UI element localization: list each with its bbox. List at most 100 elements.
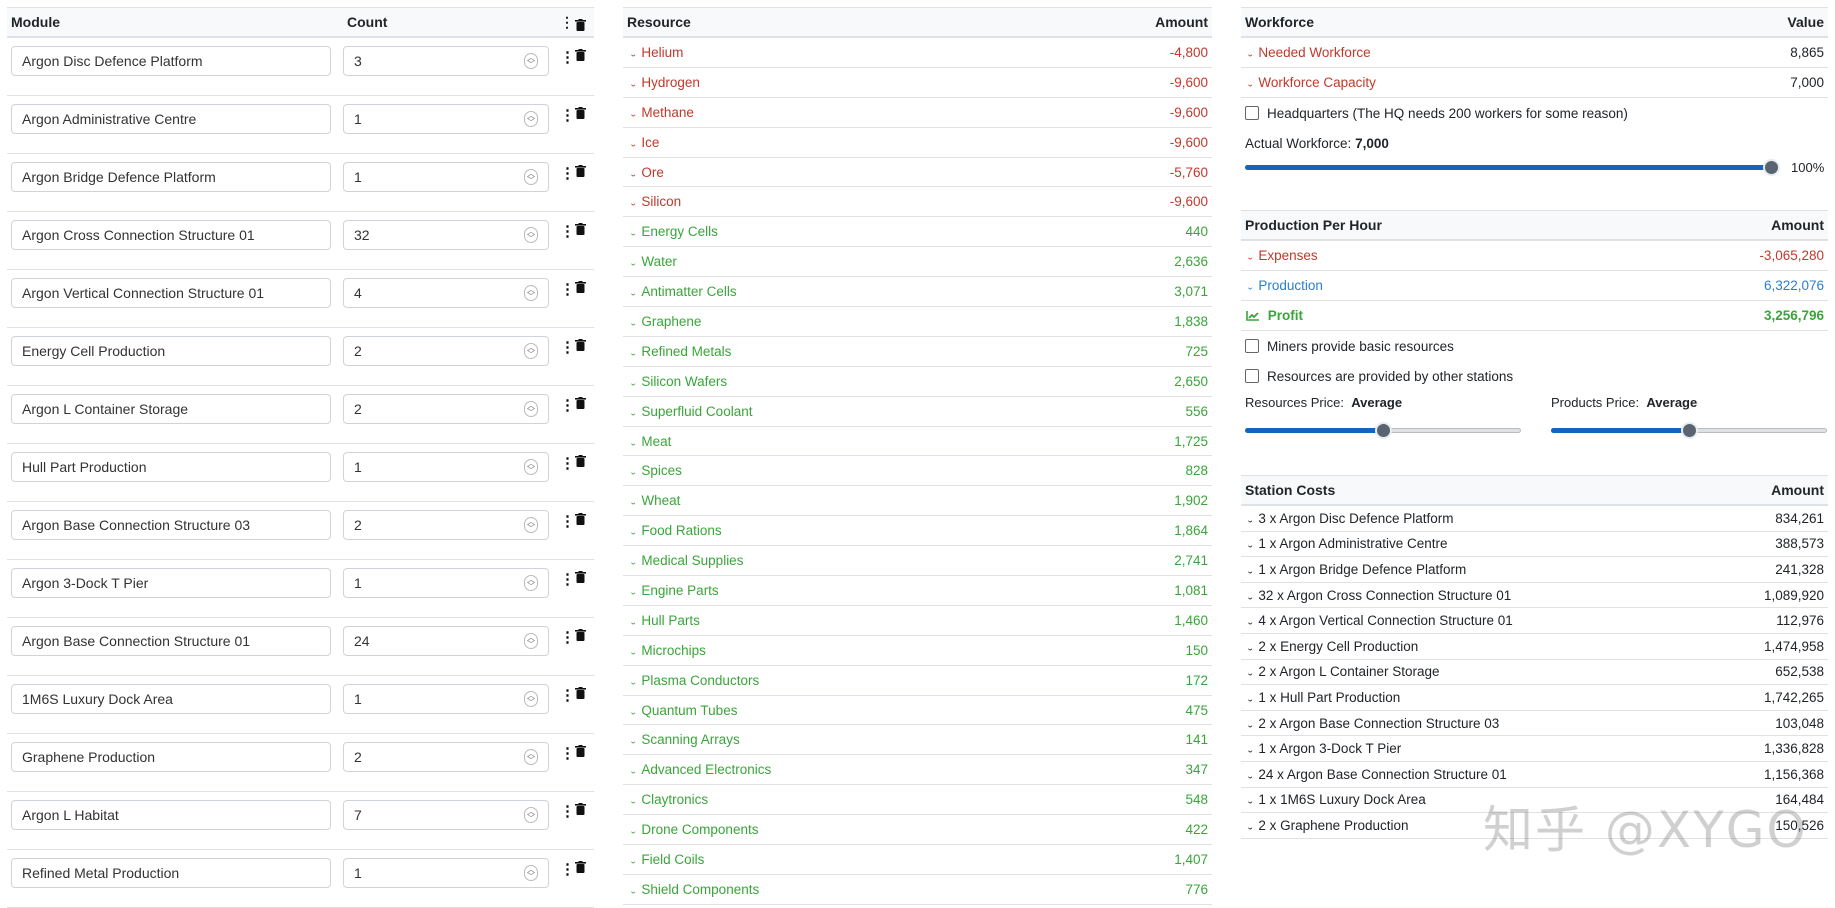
module-count-input[interactable]: 1 ︿ ﹀ — [343, 104, 549, 134]
spinner-icon[interactable]: ︿ ﹀ — [524, 807, 538, 823]
module-name-input[interactable]: Argon 3-Dock T Pier — [11, 568, 331, 598]
module-count-input[interactable]: 2 ︿ ﹀ — [343, 394, 549, 424]
resource-row[interactable]: ⌄ Advanced Electronics 347 — [623, 755, 1212, 786]
workforce-slider[interactable] — [1245, 158, 1780, 178]
resource-row[interactable]: ⌄ Spices 828 — [623, 456, 1212, 487]
resource-row[interactable]: ⌄ Superfluid Coolant 556 — [623, 397, 1212, 427]
module-name-input[interactable]: Hull Part Production — [11, 452, 331, 482]
spinner-icon[interactable]: ︿ ﹀ — [524, 517, 538, 533]
kebab-icon[interactable]: ⋮ — [560, 164, 575, 182]
kebab-icon[interactable]: ⋮ — [560, 454, 575, 472]
station-cost-row[interactable]: ⌄ 2 x Argon L Container Storage 652,538 — [1241, 660, 1828, 686]
trash-icon[interactable] — [575, 860, 586, 876]
module-count-input[interactable]: 4 ︿ ﹀ — [343, 278, 549, 308]
trash-icon[interactable] — [575, 280, 586, 296]
trash-icon[interactable] — [575, 512, 586, 528]
trash-icon[interactable] — [575, 744, 586, 760]
resource-row[interactable]: ⌄ Water 2,636 — [623, 247, 1212, 278]
header-kebab-icon[interactable]: ⋮ — [560, 14, 574, 31]
kebab-icon[interactable]: ⋮ — [560, 222, 575, 240]
module-name-input[interactable]: Argon Vertical Connection Structure 01 — [11, 278, 331, 308]
trash-icon[interactable] — [575, 48, 586, 64]
module-name-input[interactable]: Argon Disc Defence Platform — [11, 46, 331, 76]
spinner-icon[interactable]: ︿ ﹀ — [524, 227, 538, 243]
trash-icon[interactable] — [575, 222, 586, 238]
kebab-icon[interactable]: ⋮ — [560, 686, 575, 704]
resources-price-thumb[interactable] — [1375, 422, 1392, 439]
production-row[interactable]: ⌄ Production 6,322,076 — [1241, 271, 1828, 301]
trash-icon[interactable] — [575, 686, 586, 702]
module-count-input[interactable]: 1 ︿ ﹀ — [343, 162, 549, 192]
resource-row[interactable]: ⌄ Methane -9,600 — [623, 98, 1212, 128]
resource-row[interactable]: ⌄ Refined Metals 725 — [623, 337, 1212, 367]
resource-row[interactable]: ⌄ Plasma Conductors 172 — [623, 666, 1212, 696]
resource-row[interactable]: ⌄ Food Rations 1,864 — [623, 516, 1212, 547]
trash-icon[interactable] — [575, 570, 586, 586]
module-count-input[interactable]: 2 ︿ ﹀ — [343, 742, 549, 772]
module-count-input[interactable]: 24 ︿ ﹀ — [343, 626, 549, 656]
kebab-icon[interactable]: ⋮ — [560, 860, 575, 878]
spinner-icon[interactable]: ︿ ﹀ — [524, 343, 538, 359]
station-cost-row[interactable]: ⌄ 24 x Argon Base Connection Structure 01… — [1241, 762, 1828, 788]
station-cost-row[interactable]: ⌄ 1 x Argon Bridge Defence Platform 241,32… — [1241, 557, 1828, 583]
module-count-input[interactable]: 7 ︿ ﹀ — [343, 800, 549, 830]
trash-icon[interactable] — [575, 396, 586, 412]
resource-row[interactable]: ⌄ Claytronics 548 — [623, 785, 1212, 816]
spinner-icon[interactable]: ︿ ﹀ — [524, 169, 538, 185]
station-cost-row[interactable]: ⌄ 2 x Argon Base Connection Structure 03 1… — [1241, 711, 1828, 737]
spinner-icon[interactable]: ︿ ﹀ — [524, 111, 538, 127]
spinner-icon[interactable]: ︿ ﹀ — [524, 53, 538, 69]
resource-row[interactable]: ⌄ Antimatter Cells 3,071 — [623, 277, 1212, 308]
kebab-icon[interactable]: ⋮ — [560, 744, 575, 762]
module-count-input[interactable]: 2 ︿ ﹀ — [343, 336, 549, 366]
resource-row[interactable]: ⌄ Shield Components 776 — [623, 875, 1212, 905]
spinner-icon[interactable]: ︿ ﹀ — [524, 285, 538, 301]
module-name-input[interactable]: Argon Administrative Centre — [11, 104, 331, 134]
station-cost-row[interactable]: ⌄ 2 x Energy Cell Production 1,474,958 — [1241, 634, 1828, 660]
module-name-input[interactable]: 1M6S Luxury Dock Area — [11, 684, 331, 714]
spinner-icon[interactable]: ︿ ﹀ — [524, 749, 538, 765]
workforce-capacity-row[interactable]: ⌄ Workforce Capacity 7,000 — [1241, 68, 1828, 98]
trash-icon[interactable] — [575, 628, 586, 644]
resource-row[interactable]: ⌄ Wheat 1,902 — [623, 486, 1212, 517]
spinner-icon[interactable]: ︿ ﹀ — [524, 459, 538, 475]
module-name-input[interactable]: Refined Metal Production — [11, 858, 331, 888]
products-price-thumb[interactable] — [1681, 422, 1698, 439]
station-cost-row[interactable]: ⌄ 1 x Argon 3-Dock T Pier 1,336,828 — [1241, 736, 1828, 762]
module-count-input[interactable]: 1 ︿ ﹀ — [343, 858, 549, 888]
kebab-icon[interactable]: ⋮ — [560, 570, 575, 588]
spinner-icon[interactable]: ︿ ﹀ — [524, 633, 538, 649]
kebab-icon[interactable]: ⋮ — [560, 396, 575, 414]
other-stations-checkbox[interactable] — [1245, 369, 1259, 383]
resource-row[interactable]: ⌄ Silicon -9,600 — [623, 187, 1212, 218]
station-cost-row[interactable]: ⌄ 1 x Argon Administrative Centre 388,573 — [1241, 532, 1828, 558]
kebab-icon[interactable]: ⋮ — [560, 280, 575, 298]
resource-row[interactable]: ⌄ Hydrogen -9,600 — [623, 68, 1212, 98]
resource-row[interactable]: ⌄ Scanning Arrays 141 — [623, 725, 1212, 756]
needed-workforce-row[interactable]: ⌄ Needed Workforce 8,865 — [1241, 38, 1828, 68]
miners-checkbox[interactable] — [1245, 339, 1259, 353]
module-count-input[interactable]: 32 ︿ ﹀ — [343, 220, 549, 250]
module-count-input[interactable]: 1 ︿ ﹀ — [343, 452, 549, 482]
station-cost-row[interactable]: ⌄ 4 x Argon Vertical Connection Structure… — [1241, 608, 1828, 634]
trash-icon[interactable] — [575, 164, 586, 180]
module-name-input[interactable]: Energy Cell Production — [11, 336, 331, 366]
resource-row[interactable]: ⌄ Hull Parts 1,460 — [623, 606, 1212, 636]
products-price-slider[interactable] — [1551, 421, 1827, 441]
resource-row[interactable]: ⌄ Drone Components 422 — [623, 815, 1212, 846]
resource-row[interactable]: ⌄ Meat 1,725 — [623, 427, 1212, 457]
kebab-icon[interactable]: ⋮ — [560, 802, 575, 820]
module-name-input[interactable]: Argon L Container Storage — [11, 394, 331, 424]
module-name-input[interactable]: Argon L Habitat — [11, 800, 331, 830]
resource-row[interactable]: ⌄ Energy Cells 440 — [623, 217, 1212, 248]
module-name-input[interactable]: Graphene Production — [11, 742, 331, 772]
kebab-icon[interactable]: ⋮ — [560, 628, 575, 646]
trash-icon[interactable] — [575, 338, 586, 354]
headquarters-checkbox[interactable] — [1245, 106, 1259, 120]
header-trash-icon[interactable] — [575, 18, 586, 34]
resource-row[interactable]: ⌄ Ore -5,760 — [623, 158, 1212, 188]
resource-row[interactable]: ⌄ Quantum Tubes 475 — [623, 696, 1212, 726]
trash-icon[interactable] — [575, 106, 586, 122]
spinner-icon[interactable]: ︿ ﹀ — [524, 691, 538, 707]
workforce-slider-thumb[interactable] — [1763, 159, 1780, 176]
